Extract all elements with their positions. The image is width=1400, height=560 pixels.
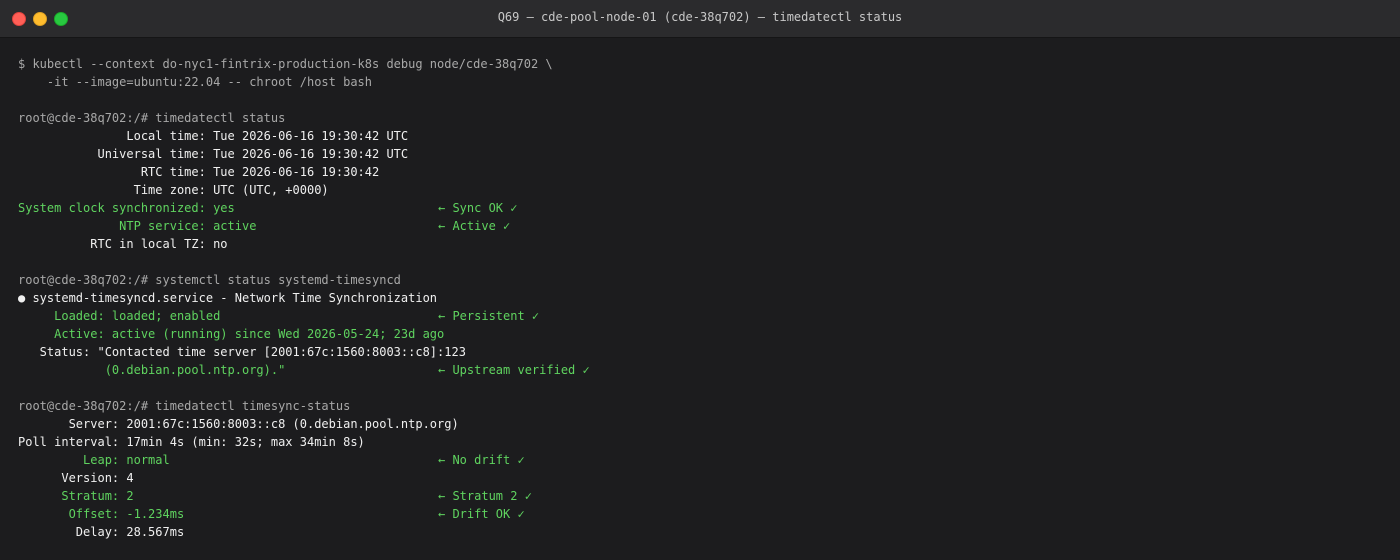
command-text: -it --image=ubuntu:22.04 -- chroot /host… bbox=[18, 75, 373, 89]
output-text: Active: active (running) since Wed 2026-… bbox=[18, 327, 445, 341]
command-text: $ kubectl --context do-nyc1-fintrix-prod… bbox=[18, 57, 553, 71]
terminal-line: System clock synchronized: yes ← Sync OK … bbox=[18, 199, 1382, 217]
terminal-line: -it --image=ubuntu:22.04 -- chroot /host… bbox=[18, 73, 1382, 91]
output-text: ● systemd-timesyncd.service - Network Ti… bbox=[18, 291, 438, 305]
output-text: System clock synchronized: yes bbox=[18, 201, 235, 215]
command-text: root@cde-38q702:/# systemctl status syst… bbox=[18, 273, 401, 287]
output-text: Time zone: UTC (UTC, +0000) bbox=[18, 183, 329, 197]
status-annotation: ← No drift ✓ bbox=[438, 453, 525, 467]
status-annotation: ← Active ✓ bbox=[438, 219, 511, 233]
terminal-line: RTC time: Tue 2026-06-16 19:30:42 bbox=[18, 163, 1382, 181]
output-text: Local time: Tue 2026-06-16 19:30:42 UTC bbox=[18, 129, 409, 143]
terminal-window: Q69 — cde-pool-node-01 (cde-38q702) — ti… bbox=[0, 0, 1400, 560]
terminal-line: Server: 2001:67c:1560:8003::c8 (0.debian… bbox=[18, 415, 1382, 433]
terminal-output[interactable]: $ kubectl --context do-nyc1-fintrix-prod… bbox=[18, 55, 1382, 541]
status-annotation: ← Sync OK ✓ bbox=[438, 201, 518, 215]
command-text: root@cde-38q702:/# timedatectl timesync-… bbox=[18, 399, 351, 413]
terminal-line: Local time: Tue 2026-06-16 19:30:42 UTC bbox=[18, 127, 1382, 145]
terminal-line: root@cde-38q702:/# timedatectl status bbox=[18, 109, 1382, 127]
output-text: Stratum: 2 bbox=[18, 489, 134, 503]
terminal-line: Stratum: 2 ← Stratum 2 ✓ bbox=[18, 487, 1382, 505]
terminal-line: Active: active (running) since Wed 2026-… bbox=[18, 325, 1382, 343]
output-text: Status: "Contacted time server [2001:67c… bbox=[18, 345, 466, 359]
output-text: Version: 4 bbox=[18, 471, 134, 485]
output-text: (0.debian.pool.ntp.org)." bbox=[18, 363, 286, 377]
output-text: Universal time: Tue 2026-06-16 19:30:42 … bbox=[18, 147, 409, 161]
status-annotation: ← Persistent ✓ bbox=[438, 309, 540, 323]
terminal-line: NTP service: active ← Active ✓ bbox=[18, 217, 1382, 235]
terminal-line: Status: "Contacted time server [2001:67c… bbox=[18, 343, 1382, 361]
output-text: Delay: 28.567ms bbox=[18, 525, 185, 539]
output-text: Server: 2001:67c:1560:8003::c8 (0.debian… bbox=[18, 417, 459, 431]
output-text: Offset: -1.234ms bbox=[18, 507, 185, 521]
terminal-line: Universal time: Tue 2026-06-16 19:30:42 … bbox=[18, 145, 1382, 163]
output-text: Leap: normal bbox=[18, 453, 170, 467]
terminal-line: Time zone: UTC (UTC, +0000) bbox=[18, 181, 1382, 199]
output-text: RTC time: Tue 2026-06-16 19:30:42 bbox=[18, 165, 380, 179]
title-bar: Q69 — cde-pool-node-01 (cde-38q702) — ti… bbox=[0, 0, 1400, 38]
output-text: NTP service: active bbox=[18, 219, 257, 233]
terminal-line: Loaded: loaded; enabled ← Persistent ✓ bbox=[18, 307, 1382, 325]
terminal-line: ● systemd-timesyncd.service - Network Ti… bbox=[18, 289, 1382, 307]
terminal-line: Delay: 28.567ms bbox=[18, 523, 1382, 541]
terminal-line: RTC in local TZ: no bbox=[18, 235, 1382, 253]
terminal-line: Offset: -1.234ms ← Drift OK ✓ bbox=[18, 505, 1382, 523]
terminal-line: Version: 4 bbox=[18, 469, 1382, 487]
output-text: Poll interval: 17min 4s (min: 32s; max 3… bbox=[18, 435, 365, 449]
terminal-line: (0.debian.pool.ntp.org)." ← Upstream veri… bbox=[18, 361, 1382, 379]
status-annotation: ← Drift OK ✓ bbox=[438, 507, 525, 521]
window-title: Q69 — cde-pool-node-01 (cde-38q702) — ti… bbox=[497, 10, 903, 24]
output-text: Loaded: loaded; enabled bbox=[18, 309, 221, 323]
terminal-line: Leap: normal ← No drift ✓ bbox=[18, 451, 1382, 469]
output-text: RTC in local TZ: no bbox=[18, 237, 228, 251]
status-annotation: ← Stratum 2 ✓ bbox=[438, 489, 532, 503]
status-annotation: ← Upstream verified ✓ bbox=[438, 363, 590, 377]
terminal-line: Poll interval: 17min 4s (min: 32s; max 3… bbox=[18, 433, 1382, 451]
terminal-line: root@cde-38q702:/# timedatectl timesync-… bbox=[18, 397, 1382, 415]
terminal-line: root@cde-38q702:/# systemctl status syst… bbox=[18, 271, 1382, 289]
command-text: root@cde-38q702:/# timedatectl status bbox=[18, 111, 286, 125]
terminal-line: $ kubectl --context do-nyc1-fintrix-prod… bbox=[18, 55, 1382, 73]
